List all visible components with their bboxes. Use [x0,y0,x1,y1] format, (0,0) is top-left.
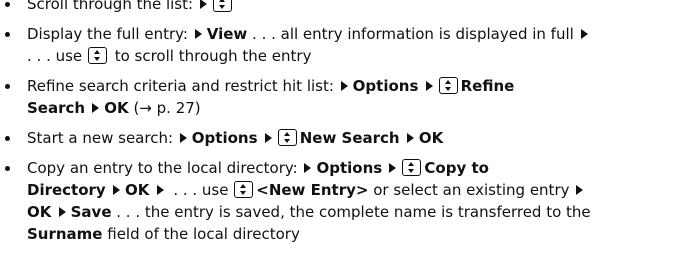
item-line: Scroll through the list: [27,0,687,15]
item-line: Display the full entry: View . . . all e… [27,23,687,45]
text-run: . . . the entry is saved, the complete n… [111,203,591,221]
right-triangle-icon [425,81,433,91]
bullet-dot-icon [5,84,10,89]
item-line: Surname field of the local directory [27,223,687,245]
text-run: . . . use [27,47,87,65]
item-line: Directory OK . . . use <New Entry> or se… [27,179,687,201]
text-run: to scroll through the entry [109,47,312,65]
item-line: . . . use to scroll through the entry [27,45,687,67]
text-run: Refine search criteria and restrict hit … [27,77,339,95]
list-item: Refine search criteria and restrict hit … [0,75,687,119]
bold-term: Options [191,129,263,147]
bold-term: Options [316,159,388,177]
text-run: Copy an entry to the local directory: [27,159,303,177]
bullet-dot-icon [5,32,10,37]
bold-term: View [206,25,248,43]
right-triangle-icon [264,133,272,143]
bold-term: Surname [27,225,103,243]
right-triangle-icon [389,163,397,173]
list-item: Display the full entry: View . . . all e… [0,23,687,67]
text-run: . . . all entry information is displayed… [247,25,579,43]
bullet-dot-icon [5,166,10,171]
right-triangle-icon [194,29,202,39]
text-run: p. 27) [151,99,201,117]
text-run: ( [128,99,140,117]
right-triangle-icon [580,29,588,39]
list-item: Start a new search: Options New Search O… [0,127,687,149]
instruction-list: Scroll through the list: Display the ful… [0,0,687,253]
item-line: Search OK (→ p. 27) [27,97,687,119]
up-down-navigation-key-icon [402,159,422,176]
up-down-navigation-key-icon [438,77,458,94]
right-triangle-icon [406,133,414,143]
text-run: . . . use [168,181,234,199]
bullet-dot-icon [5,2,10,7]
right-triangle-icon [199,0,207,9]
right-triangle-icon [58,207,66,217]
right-triangle-icon [92,103,100,113]
bullet-dot-icon [5,136,10,141]
up-down-navigation-key-icon [277,129,297,146]
bold-term: <New Entry> [256,181,369,199]
right-triangle-icon [156,185,164,195]
item-line: Start a new search: Options New Search O… [27,127,687,149]
text-run: field of the local directory [102,225,300,243]
bold-term: New Search [299,129,405,147]
bold-term: OK [27,203,57,221]
bold-term: OK [124,181,155,199]
item-line: Copy an entry to the local directory: Op… [27,157,687,179]
list-item: Scroll through the list: [0,0,687,15]
up-down-navigation-key-icon [87,47,107,64]
right-triangle-icon [340,81,348,91]
bold-term: Copy to [424,159,489,177]
bold-term: Search [27,99,91,117]
item-line: Refine search criteria and restrict hit … [27,75,687,97]
text-run: Display the full entry: [27,25,193,43]
bold-term: OK [104,99,129,117]
bold-term: Save [70,203,112,221]
right-triangle-icon [179,133,187,143]
bold-term: Refine [460,77,515,95]
text-run: or select an existing entry [368,181,575,199]
up-down-navigation-key-icon [212,0,232,12]
right-triangle-icon [576,185,584,195]
text-run: Scroll through the list: [27,0,198,13]
right-triangle-icon [112,185,120,195]
item-line: OK Save . . . the entry is saved, the co… [27,201,687,223]
bold-term: Options [352,77,424,95]
bold-term: Directory [27,181,111,199]
up-down-navigation-key-icon [234,181,254,198]
bold-term: OK [418,129,444,147]
list-item: Copy an entry to the local directory: Op… [0,157,687,245]
arrow-right-reference-icon: → [139,99,152,117]
text-run: Start a new search: [27,129,178,147]
right-triangle-icon [304,163,312,173]
